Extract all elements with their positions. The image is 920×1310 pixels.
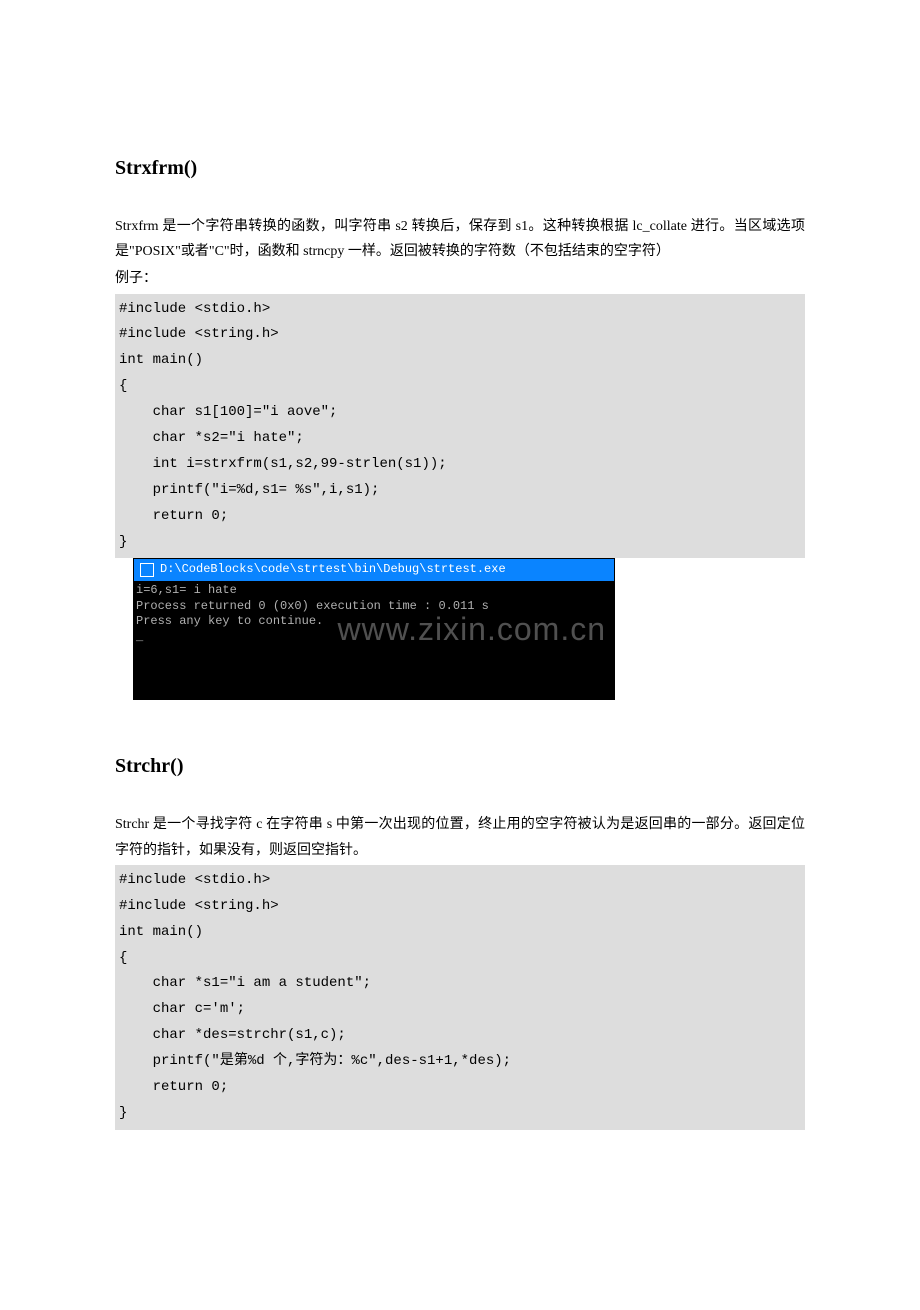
watermark: www.zixin.com.cn (338, 609, 607, 651)
terminal-body: i=6,s1= i hate Process returned 0 (0x0) … (134, 581, 614, 647)
example-label: 例子： (115, 266, 805, 291)
terminal-line: i=6,s1= i hate (136, 583, 612, 599)
section-gap (115, 700, 805, 748)
terminal-title-text: D:\CodeBlocks\code\strtest\bin\Debug\str… (160, 562, 506, 578)
code-block-strxfrm: #include <stdio.h> #include <string.h> i… (115, 294, 805, 559)
heading-strxfrm: Strxfrm() (115, 150, 805, 186)
code-block-strchr: #include <stdio.h> #include <string.h> i… (115, 865, 805, 1130)
strxfrm-description: Strxfrm 是一个字符串转换的函数，叫字符串 s2 转换后，保存到 s1。这… (115, 214, 805, 264)
window-icon (140, 563, 154, 577)
heading-strchr: Strchr() (115, 748, 805, 784)
terminal-window: D:\CodeBlocks\code\strtest\bin\Debug\str… (133, 558, 615, 700)
terminal-titlebar: D:\CodeBlocks\code\strtest\bin\Debug\str… (134, 559, 614, 581)
page: Strxfrm() Strxfrm 是一个字符串转换的函数，叫字符串 s2 转换… (0, 0, 920, 1310)
strchr-description: Strchr 是一个寻找字符 c 在字符串 s 中第一次出现的位置，终止用的空字… (115, 812, 805, 862)
